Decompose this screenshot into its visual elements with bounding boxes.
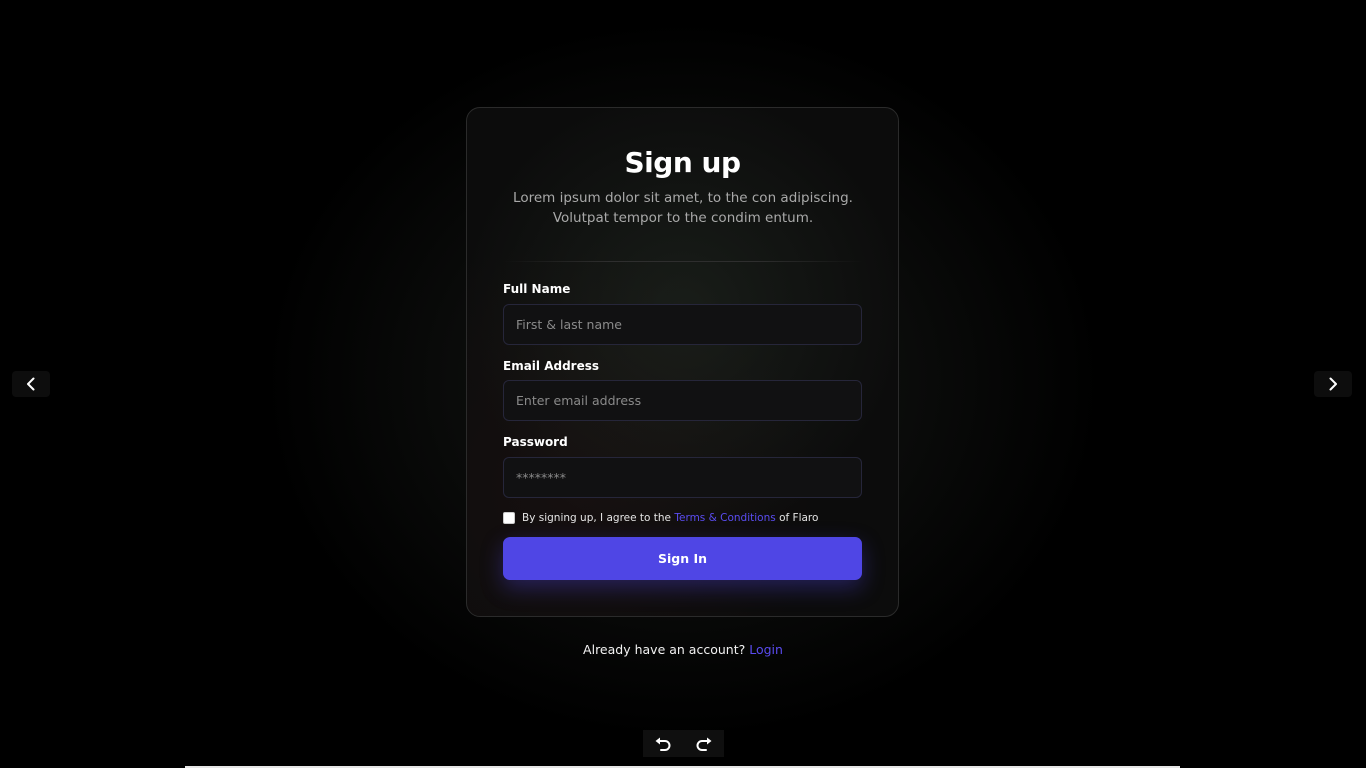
full-name-input[interactable] — [503, 304, 862, 345]
terms-checkbox[interactable] — [503, 512, 515, 524]
terms-link[interactable]: Terms & Conditions — [674, 512, 775, 524]
next-slide-button[interactable] — [1314, 371, 1352, 397]
login-link[interactable]: Login — [749, 642, 783, 657]
divider — [503, 261, 863, 262]
redo-icon — [696, 737, 712, 751]
signup-card: Sign up Lorem ipsum dolor sit amet, to t… — [466, 107, 899, 617]
page-subtitle: Lorem ipsum dolor sit amet, to the con a… — [507, 188, 859, 228]
subtitle-line-2: Volutpat tempor to the condim entum. — [552, 210, 814, 226]
email-label: Email Address — [503, 359, 600, 373]
password-input[interactable] — [503, 457, 862, 498]
redo-button[interactable] — [692, 734, 716, 754]
page-title: Sign up — [624, 146, 741, 179]
login-prompt-text: Already have an account? — [583, 642, 750, 657]
login-prompt: Already have an account? Login — [0, 642, 1366, 657]
undo-icon — [655, 737, 671, 751]
history-toolbar — [643, 730, 724, 757]
terms-agreement: By signing up, I agree to the Terms & Co… — [503, 510, 818, 526]
previous-slide-button[interactable] — [12, 371, 50, 397]
sign-in-button[interactable]: Sign In — [503, 537, 862, 580]
terms-prefix: By signing up, I agree to the — [522, 512, 675, 524]
page-background: Sign up Lorem ipsum dolor sit amet, to t… — [0, 0, 1366, 768]
full-name-label: Full Name — [503, 282, 571, 296]
chevron-right-icon — [1329, 377, 1337, 391]
password-label: Password — [503, 435, 568, 449]
chevron-left-icon — [27, 377, 35, 391]
terms-suffix: of Flaro — [775, 512, 819, 524]
email-input[interactable] — [503, 380, 862, 421]
subtitle-line-1: Lorem ipsum dolor sit amet, to the con a… — [513, 190, 853, 206]
undo-button[interactable] — [651, 734, 675, 754]
